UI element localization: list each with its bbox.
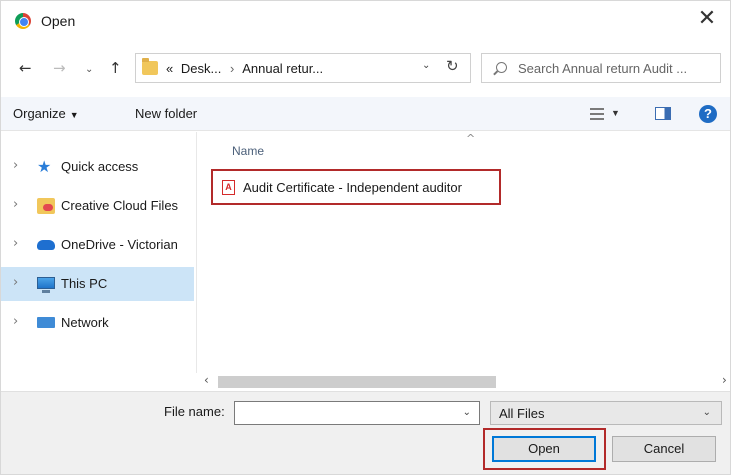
search-box[interactable]: Search Annual return Audit ... [481,53,721,83]
expand-chevron-icon[interactable]: › [13,158,18,173]
sidebar-item-label: Network [61,315,109,330]
file-name-label: File name: [164,404,225,419]
scroll-right-icon[interactable]: › [722,373,727,387]
horizontal-scrollbar[interactable]: ‹ › [198,373,730,391]
onedrive-cloud-icon [37,240,55,250]
file-name-field[interactable]: ⌄ [234,401,480,425]
address-bar[interactable]: « Desk... › Annual retur... ⌄ ↻ [135,53,471,83]
recent-locations-chevron-icon[interactable]: ⌄ [85,64,93,75]
breadcrumb-item-annual-return[interactable]: Annual retur... [242,61,323,76]
view-options-icon[interactable] [590,108,604,120]
expand-chevron-icon[interactable]: › [13,275,18,290]
help-icon[interactable]: ? [699,105,717,123]
sidebar-item-quick-access[interactable]: › ★ Quick access [1,150,194,184]
sidebar-item-creative-cloud-files[interactable]: › Creative Cloud Files [1,189,194,223]
back-arrow-icon[interactable]: ← [19,59,32,77]
pdf-icon: A [222,180,235,195]
command-toolbar: Organize ▼ New folder ▼ ? [1,97,730,131]
search-placeholder[interactable]: Search Annual return Audit ... [518,61,687,76]
sidebar-item-onedrive[interactable]: › OneDrive - Victorian [1,228,194,262]
file-name: Audit Certificate - Independent auditor [243,180,462,195]
network-icon [37,317,55,328]
chrome-app-icon [15,13,31,29]
open-file-dialog: Open ✕ ← → ⌄ ↑ « Desk... › Annual retur.… [0,0,731,475]
expand-chevron-icon[interactable]: › [13,314,18,329]
folder-icon [142,58,158,75]
file-list: ^ Name A Audit Certificate - Independent… [198,132,730,373]
sort-ascending-icon: ^ [466,132,476,145]
file-type-dropdown-icon[interactable]: ⌄ [703,407,711,418]
new-folder-button[interactable]: New folder [135,106,197,121]
star-icon: ★ [37,157,52,176]
address-dropdown-icon[interactable]: ⌄ [422,60,430,71]
dialog-footer: File name: ⌄ All Files ⌄ Open Cancel [1,391,730,474]
computer-icon [37,277,55,293]
refresh-icon[interactable]: ↻ [446,57,459,75]
organize-label: Organize [13,106,66,121]
up-arrow-icon[interactable]: ↑ [109,59,122,77]
file-type-value: All Files [499,406,545,421]
file-type-select[interactable]: All Files ⌄ [490,401,722,425]
breadcrumb: « Desk... › Annual retur... [166,61,323,76]
navigation-pane: › ★ Quick access › Creative Cloud Files … [1,132,197,373]
sidebar-item-label: OneDrive - Victorian [61,237,178,252]
organize-button[interactable]: Organize ▼ [13,106,79,121]
navigation-bar: ← → ⌄ ↑ « Desk... › Annual retur... ⌄ ↻ … [1,45,730,91]
scroll-left-icon[interactable]: ‹ [204,373,209,387]
creative-cloud-folder-icon [37,198,55,214]
sidebar-item-label: Quick access [61,159,139,174]
window-title: Open [41,13,76,29]
sidebar-item-label: This PC [61,276,108,291]
expand-chevron-icon[interactable]: › [13,236,18,251]
breadcrumb-overflow-icon[interactable]: « [166,61,173,76]
list-item[interactable]: A Audit Certificate - Independent audito… [211,169,501,205]
sidebar-item-network[interactable]: › Network [1,306,194,340]
sidebar-item-label: Creative Cloud Files [61,198,179,213]
breadcrumb-item-desktop[interactable]: Desk... [181,61,221,76]
column-header-name[interactable]: Name [232,144,264,158]
search-icon [496,62,507,73]
title-bar: Open ✕ [1,1,730,41]
expand-chevron-icon[interactable]: › [13,197,18,212]
open-button[interactable]: Open [492,436,596,462]
preview-pane-icon[interactable] [655,107,671,120]
view-options-caret-icon[interactable]: ▼ [611,108,620,118]
sidebar-item-this-pc[interactable]: › This PC [1,267,194,301]
scrollbar-thumb[interactable] [218,376,496,388]
cancel-button[interactable]: Cancel [612,436,716,462]
caret-down-icon: ▼ [69,110,79,120]
forward-arrow-icon[interactable]: → [53,59,66,77]
file-name-dropdown-icon[interactable]: ⌄ [463,407,471,418]
breadcrumb-separator-icon[interactable]: › [230,61,234,76]
close-button[interactable]: ✕ [694,7,720,33]
